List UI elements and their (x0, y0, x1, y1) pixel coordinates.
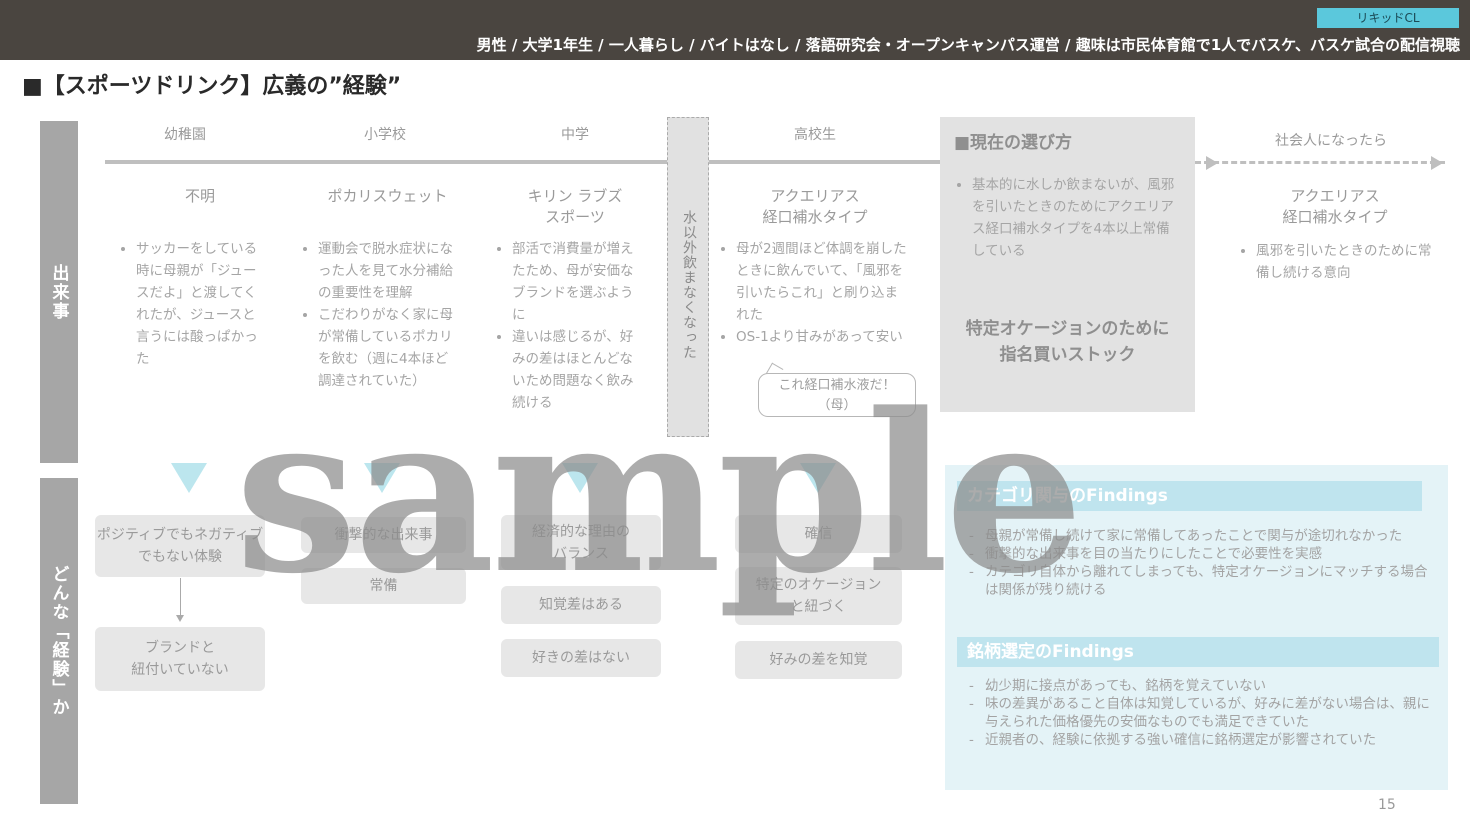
brand-findings-title: 銘柄選定のFindings (957, 637, 1439, 667)
current-item: 基本的に水しか飲まないが、風邪を引いたときのためにアクエリアス経口補水タイプを4… (972, 174, 1179, 262)
brand-junior-high: キリン ラブズ スポーツ (527, 187, 623, 226)
timeline-future-dashed (1195, 161, 1445, 164)
events-adult: 風邪を引いたときのために常備し続ける意向 (1238, 240, 1433, 284)
brand-high-school: アクエリアス 経口補水タイプ (762, 187, 868, 226)
finding-item: 近親者の、経験に依拠する強い確信に銘柄選定が影響されていた (969, 731, 1440, 749)
event-item: 風邪を引いたときのために常備し続ける意向 (1256, 240, 1433, 284)
persona-profile: 男性 / 大学1年生 / 一人暮らし / バイトはなし / 落語研究会・オープン… (476, 36, 1460, 54)
finding-item: 味の差異があること自体は知覚しているが、好みに差がない場合は、親に与えられた価格… (969, 695, 1440, 731)
timeline-end-arrow-icon (1431, 156, 1443, 170)
experience-box: ブランドと 紐付いていない (95, 627, 265, 691)
sidebar-events-label: 出来事 (40, 121, 78, 463)
event-item: OS-1より甘みがあって安い (736, 326, 908, 348)
stage-kindergarten: 幼稚園 (164, 127, 206, 143)
stage-elementary: 小学校 (364, 127, 406, 143)
sample-watermark: sample (235, 366, 1084, 622)
event-item: 母が2週間ほど体調を崩したときに飲んでいて、「風邪を引いたらこれ」と刷り込まれた (736, 238, 908, 326)
brand-adult: アクエリアス 経口補水タイプ (1282, 187, 1388, 226)
sidebar-experience-label: どんな「経験」か (40, 478, 78, 804)
current-bullets: 基本的に水しか飲まないが、風邪を引いたときのためにアクエリアス経口補水タイプを4… (954, 174, 1179, 262)
experience-box: 好みの差を知覚 (735, 641, 902, 679)
events-kindergarten: サッカーをしている時に母親が「ジュースだよ」と渡してくれたが、ジュースと言うには… (118, 238, 266, 370)
timeline-arrow-icon (1206, 156, 1218, 170)
page-number: 15 (1378, 797, 1396, 813)
events-high-school: 母が2週間ほど体調を崩したときに飲んでいて、「風邪を引いたらこれ」と刷り込まれた… (718, 238, 908, 348)
finding-item: 幼少期に接点があっても、銘柄を覚えていない (969, 677, 1440, 695)
page-title: ■【スポーツドリンク】広義の”経験” (22, 74, 402, 99)
connector-line (180, 578, 181, 618)
stage-high-school: 高校生 (794, 127, 836, 143)
stage-junior-high: 中学 (561, 127, 589, 143)
brand-elementary: ポカリスウェット (327, 187, 448, 205)
brand-kindergarten: 不明 (184, 187, 215, 205)
brand-findings-list: 幼少期に接点があっても、銘柄を覚えていない 味の差異があること自体は知覚している… (965, 677, 1440, 749)
experience-box: 好きの差はない (501, 639, 661, 677)
current-title: ■現在の選び方 (954, 133, 1073, 153)
vertical-note: 水以外飲まなくなった (681, 210, 697, 360)
category-tag: リキッドCL (1317, 8, 1459, 28)
event-item: サッカーをしている時に母親が「ジュースだよ」と渡してくれたが、ジュースと言うには… (136, 238, 266, 370)
down-triangle-icon (171, 463, 207, 493)
stage-adult: 社会人になったら (1275, 133, 1387, 149)
connector-arrow-icon (176, 615, 184, 622)
event-item: 運動会で脱水症状になった人を見て水分補給の重要性を理解 (318, 238, 455, 304)
current-summary: 特定オケージョンのために 指名買いストック (965, 319, 1170, 365)
event-item: 部活で消費量が増えたため、母が安価なブランドを選ぶように (512, 238, 644, 326)
